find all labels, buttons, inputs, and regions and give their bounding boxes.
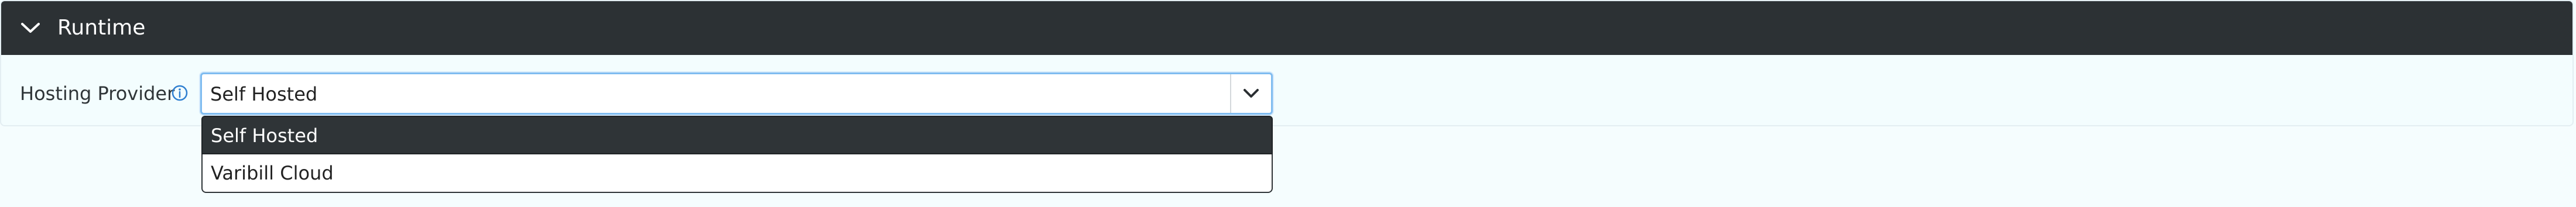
hosting-provider-select[interactable]: Self Hosted: [200, 73, 1273, 115]
option-self-hosted[interactable]: Self Hosted: [201, 116, 1273, 154]
runtime-settings-page: Runtime Hosting Provider Self Hosted Sel…: [0, 0, 2576, 207]
info-circle-icon[interactable]: [171, 84, 189, 102]
chevron-down-icon[interactable]: [20, 21, 41, 35]
section-title: Runtime: [57, 16, 146, 40]
hosting-provider-options-list: Self Hosted Varibill Cloud: [201, 116, 1273, 193]
runtime-panel-header[interactable]: Runtime: [1, 1, 2572, 55]
select-toggle-button[interactable]: [1230, 74, 1271, 113]
runtime-panel: Runtime Hosting Provider Self Hosted: [0, 0, 2574, 126]
option-label: Self Hosted: [211, 125, 318, 147]
option-label: Varibill Cloud: [211, 162, 334, 184]
hosting-provider-label: Hosting Provider: [20, 82, 175, 105]
selected-value: Self Hosted: [210, 83, 318, 105]
option-varibill-cloud[interactable]: Varibill Cloud: [201, 154, 1273, 193]
